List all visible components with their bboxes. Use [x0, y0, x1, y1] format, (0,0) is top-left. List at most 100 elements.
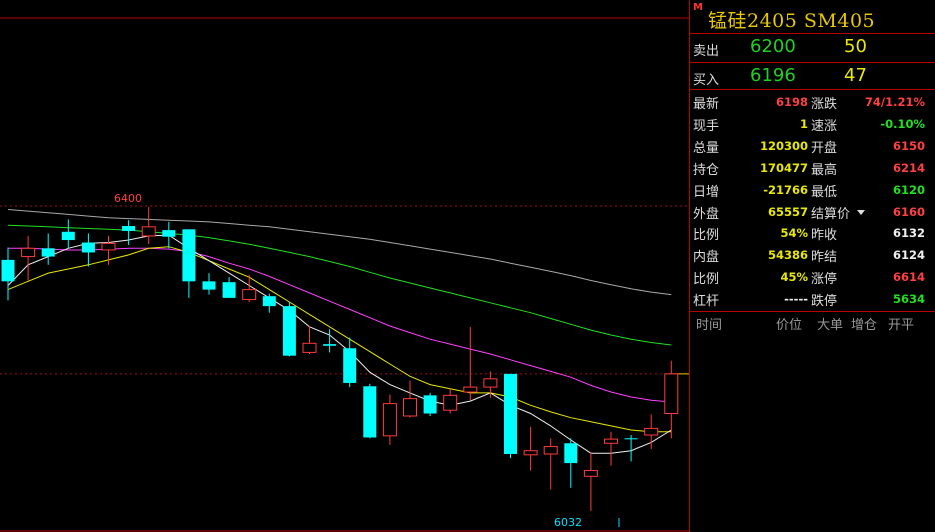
info-row: 日增 -21766 最低 6120	[690, 178, 935, 200]
info-label: 涨停	[811, 272, 838, 288]
buy-volume: 47	[844, 65, 867, 86]
high-label: 6400	[114, 192, 142, 205]
ma20-line	[8, 247, 672, 403]
info-label: 跌停	[811, 294, 838, 310]
candle-body-up	[443, 394, 458, 411]
info-label: 涨跌	[811, 97, 838, 112]
info-label: 速涨	[811, 118, 838, 134]
info-label: 最高	[811, 162, 838, 178]
sell-row[interactable]: 卖出 6200 50	[690, 34, 935, 62]
info-value: 6198	[775, 95, 808, 109]
info-value: 5634	[892, 292, 925, 307]
candle-body-down	[262, 296, 276, 307]
candle-body-up	[583, 470, 598, 477]
candle-body-down	[122, 226, 136, 231]
info-label: 总量	[693, 140, 720, 156]
candle-body-up	[604, 438, 618, 444]
info-row: 最新 6198 涨跌 74/1.21%	[690, 90, 935, 112]
info-value: 6160	[892, 204, 925, 219]
buy-label: 买入	[693, 73, 720, 88]
ma5-line	[7, 234, 672, 454]
info-value: 1	[799, 116, 808, 131]
candle-body-down	[202, 281, 216, 290]
candle-body-down	[182, 229, 196, 282]
candle-body-down	[1, 259, 15, 282]
sell-label: 卖出	[693, 44, 720, 59]
candle-body-up	[644, 427, 659, 436]
candle-body-down	[162, 230, 176, 237]
candle-body-up	[21, 247, 36, 258]
info-label: 比例	[693, 272, 720, 288]
col-price: 价位	[776, 318, 803, 333]
low-label: 6032	[554, 516, 582, 529]
candle-body-down	[323, 344, 337, 346]
info-value: -0.10%	[880, 116, 925, 131]
candle-body-up	[141, 226, 156, 237]
tick-list-header: 时间 价位 大单 增仓 开平	[690, 314, 935, 334]
info-row: 杠杆 ----- 跌停 5634	[690, 287, 935, 309]
info-value: 65557	[767, 204, 808, 219]
candle-body-up	[664, 373, 679, 415]
info-value: 6120	[892, 182, 925, 197]
quote-panel: M 锰硅2405 SM405 卖出 6200 50 买入 6196 47 最新 6…	[689, 0, 935, 532]
info-label: 内盘	[693, 250, 720, 266]
info-label: 最低	[811, 184, 838, 200]
info-row: 内盘 54386 昨结 6124	[690, 243, 935, 265]
buy-row[interactable]: 买入 6196 47	[690, 63, 935, 91]
buy-price: 6196	[750, 65, 796, 86]
panel-title-row: M 锰硅2405 SM405	[690, 0, 935, 34]
info-row: 外盘 65557 结算价 6160	[690, 200, 935, 222]
candle-body-up	[382, 403, 397, 437]
candle-body-up	[242, 289, 257, 301]
candle-body-down	[61, 231, 75, 241]
candle-body-down	[564, 443, 578, 464]
info-value: -----	[784, 292, 808, 307]
divider	[690, 311, 935, 312]
info-label: 持仓	[693, 162, 720, 178]
info-label: 杠杆	[693, 294, 720, 310]
sell-price: 6200	[750, 36, 796, 57]
candle-body-up	[543, 446, 558, 455]
candle-body-down	[222, 282, 236, 298]
info-value: -21766	[763, 182, 808, 197]
candle-body-up	[403, 398, 417, 417]
candle-body-up	[101, 242, 116, 251]
info-label: 最新	[693, 97, 720, 112]
dropdown-arrow-icon[interactable]	[857, 209, 865, 215]
col-oi-change: 增仓	[851, 318, 878, 333]
info-value: 54386	[767, 248, 808, 263]
info-value: 6132	[892, 226, 925, 241]
info-value: 170477	[759, 160, 808, 175]
ma10-line	[7, 246, 672, 433]
candle-body-down	[81, 242, 95, 253]
candle-body-down	[343, 348, 357, 383]
info-row: 比例 45% 涨停 6614	[690, 265, 935, 287]
info-label: 现手	[693, 118, 720, 134]
candle-body-down	[504, 373, 517, 454]
info-value: 6124	[892, 248, 925, 263]
candlestick-chart[interactable]: 6400 6032	[0, 0, 689, 532]
info-label: 结算价	[811, 206, 851, 222]
chart-canvas[interactable]: 6400 6032	[0, 0, 689, 532]
col-open-close: 开平	[888, 318, 915, 333]
info-value: 74/1.21%	[864, 95, 925, 109]
col-time: 时间	[696, 318, 723, 333]
info-label: 外盘	[693, 206, 720, 222]
info-row: 总量 120300 开盘 6150	[690, 134, 935, 156]
candle-body-up	[463, 386, 478, 393]
candle-body-down	[41, 248, 55, 257]
col-big-order: 大单	[817, 318, 844, 333]
info-label: 昨收	[811, 228, 838, 244]
info-row: 比例 54% 昨收 6132	[690, 221, 935, 243]
info-value: 6150	[892, 138, 925, 153]
candle-body-down	[282, 306, 296, 356]
ma60-line	[7, 209, 672, 296]
info-label: 开盘	[811, 140, 838, 156]
candle-body-up	[483, 378, 498, 388]
candle-body-up	[523, 450, 538, 456]
info-row: 持仓 170477 最高 6214	[690, 156, 935, 178]
candle-body-up	[302, 342, 317, 353]
info-label: 日增	[693, 184, 720, 200]
contract-title: 锰硅2405 SM405	[708, 10, 876, 32]
info-label: 比例	[693, 228, 720, 244]
